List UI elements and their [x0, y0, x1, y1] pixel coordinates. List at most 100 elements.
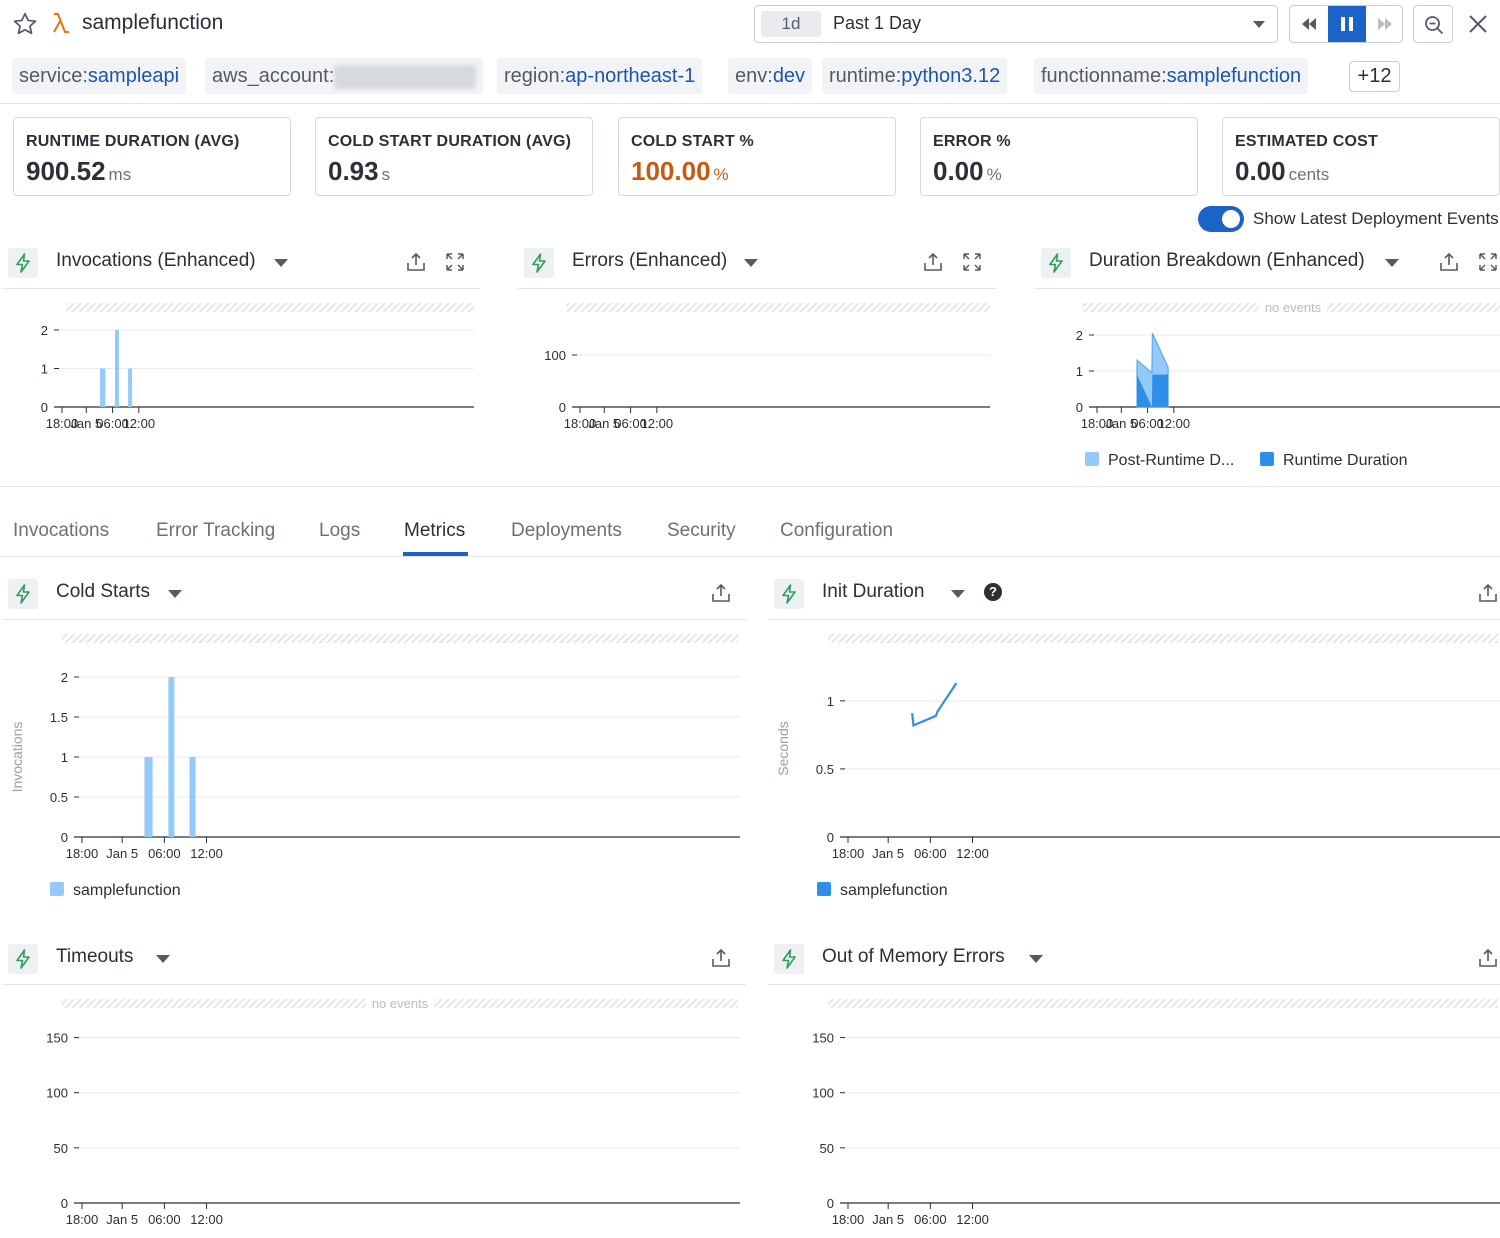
- y-tick-label: 1: [1076, 364, 1083, 379]
- zoom-out-icon: [1425, 16, 1444, 35]
- timeouts-chart: no events 0 50 100 150 18:00 Jan 5 06:00 12:00: [46, 996, 740, 1227]
- init-duration-chart: 0 0.5 1 18:00 Jan 5 06:00 12:00 Seconds: [775, 634, 1500, 861]
- y-tick-label: 0: [1076, 400, 1083, 415]
- y-tick-label: 2: [1076, 328, 1083, 343]
- y-tick-label: 1: [61, 750, 68, 765]
- star-icon[interactable]: [12, 11, 38, 37]
- tab-invocations[interactable]: Invocations: [13, 520, 109, 542]
- x-tick-label: 18:00: [832, 1212, 865, 1227]
- deployment-events-band: [62, 634, 738, 643]
- export-icon[interactable]: [1477, 947, 1499, 969]
- duration-breakdown-chart: no events01218:00Jan 506:0012:00: [1076, 300, 1500, 431]
- export-icon[interactable]: [405, 251, 427, 273]
- x-tick-label: 12:00: [956, 1212, 989, 1227]
- y-tick-label: 0: [61, 830, 68, 845]
- widget-title: Out of Memory Errors: [822, 946, 1005, 967]
- chevron-down-icon[interactable]: [1385, 259, 1399, 267]
- chevron-down-icon[interactable]: [951, 590, 965, 598]
- widget-title: Cold Starts: [56, 581, 150, 602]
- chevron-down-icon[interactable]: [744, 259, 758, 267]
- more-tags-button[interactable]: +12: [1349, 61, 1400, 92]
- tab-logs[interactable]: Logs: [319, 520, 360, 542]
- legend-samplefunction[interactable]: samplefunction: [817, 882, 948, 900]
- fast-forward-icon: [1378, 18, 1392, 30]
- expand-icon[interactable]: [444, 251, 466, 273]
- lambda-icon: [53, 13, 69, 33]
- tag-service[interactable]: service:sampleapi: [12, 58, 187, 94]
- y-tick-label: 0: [827, 1196, 834, 1211]
- tab-metrics[interactable]: Metrics: [404, 520, 465, 542]
- deployment-events-band: [828, 634, 1498, 643]
- x-tick-label: Jan 5: [872, 1212, 904, 1227]
- export-icon[interactable]: [1438, 251, 1460, 273]
- x-tick-label: 12:00: [956, 846, 989, 861]
- legend-runtime-duration[interactable]: Runtime Duration: [1260, 452, 1408, 470]
- y-tick-label: 1: [827, 694, 834, 709]
- fast-forward-button[interactable]: [1366, 6, 1402, 42]
- cold-starts-chart: 0 0.5 1 1.5 2 18:00 Jan 5 06:00 12:00 Invocations: [9, 634, 740, 861]
- y-tick-label: 150: [46, 1031, 68, 1046]
- rewind-button[interactable]: [1290, 6, 1328, 42]
- close-icon[interactable]: [1466, 12, 1490, 36]
- export-icon[interactable]: [710, 582, 732, 604]
- no-events-label: no events: [372, 996, 429, 1011]
- active-tab-indicator: [403, 552, 468, 556]
- widget-init-duration: Init Duration ? 0 0.5 1 18:00 Jan 5 06:00 12:0…: [768, 576, 1500, 916]
- chevron-down-icon[interactable]: [274, 259, 288, 267]
- y-tick-label: 1: [41, 362, 48, 377]
- tag-region[interactable]: region:ap-northeast-1: [497, 58, 703, 94]
- expand-icon[interactable]: [1477, 251, 1499, 273]
- tag-functionname[interactable]: functionname:samplefunction: [1034, 58, 1309, 94]
- legend-post-runtime[interactable]: Post-Runtime D...: [1085, 452, 1234, 470]
- legend-samplefunction[interactable]: samplefunction: [50, 882, 181, 900]
- lightning-icon: [8, 944, 38, 974]
- chevron-down-icon[interactable]: [168, 590, 182, 598]
- chevron-down-icon: [1253, 21, 1265, 28]
- y-tick-label: 50: [54, 1141, 68, 1156]
- y-tick-label: 0: [61, 1196, 68, 1211]
- widget-title: Init Duration: [822, 581, 925, 602]
- x-tick-label: Jan 5: [872, 846, 904, 861]
- rewind-icon: [1302, 18, 1316, 30]
- series-line: [911, 682, 958, 727]
- export-icon[interactable]: [1477, 582, 1499, 604]
- widget-title: Duration Breakdown (Enhanced): [1089, 250, 1365, 271]
- deployment-events-band: [828, 999, 1498, 1008]
- zoom-out-button[interactable]: [1413, 5, 1453, 43]
- y-axis-label: Invocations: [9, 722, 25, 793]
- page-title: samplefunction: [82, 11, 224, 34]
- tab-bar: Invocations Error Tracking Logs Metrics …: [0, 486, 1500, 557]
- tab-deployments[interactable]: Deployments: [511, 520, 622, 542]
- time-range-label: Past 1 Day: [833, 13, 922, 33]
- tab-error-tracking[interactable]: Error Tracking: [156, 520, 275, 542]
- tag-env[interactable]: env:dev: [728, 58, 813, 94]
- y-tick-label: 150: [812, 1031, 834, 1046]
- widget-title: Errors (Enhanced): [572, 250, 728, 271]
- export-icon[interactable]: [710, 947, 732, 969]
- x-tick-label: 06:00: [914, 1212, 947, 1227]
- widget-timeouts: Timeouts no events 0 50 100 150 18:00 Jan 5 06:…: [2, 941, 746, 1238]
- chevron-down-icon[interactable]: [1029, 955, 1043, 963]
- lightning-icon: [1041, 248, 1071, 278]
- deployment-events-toggle[interactable]: [1198, 206, 1244, 232]
- export-icon[interactable]: [922, 251, 944, 273]
- x-tick-label: 12:00: [1158, 416, 1191, 431]
- x-tick-label: 12:00: [190, 1212, 223, 1227]
- tab-configuration[interactable]: Configuration: [780, 520, 893, 542]
- no-events-label: no events: [1265, 300, 1322, 315]
- time-picker[interactable]: 1d Past 1 Day: [754, 5, 1278, 43]
- chevron-down-icon[interactable]: [156, 955, 170, 963]
- pause-button[interactable]: [1328, 6, 1366, 42]
- tab-security[interactable]: Security: [667, 520, 736, 542]
- kpi-runtime-duration: RUNTIME DURATION (AVG) 900.52 ms: [13, 117, 291, 196]
- x-tick-label: 18:00: [66, 1212, 99, 1227]
- help-icon[interactable]: ?: [984, 583, 1002, 601]
- x-tick-label: 12:00: [190, 846, 223, 861]
- lightning-icon: [8, 248, 38, 278]
- bar: [146, 757, 153, 837]
- tag-runtime[interactable]: runtime:python3.12: [822, 58, 1008, 94]
- function-header: samplefunction 1d Past 1 Day service:sam…: [0, 0, 1500, 104]
- expand-icon[interactable]: [961, 251, 983, 273]
- x-tick-label: 18:00: [832, 846, 865, 861]
- tag-aws-account[interactable]: aws_account:: [205, 58, 484, 94]
